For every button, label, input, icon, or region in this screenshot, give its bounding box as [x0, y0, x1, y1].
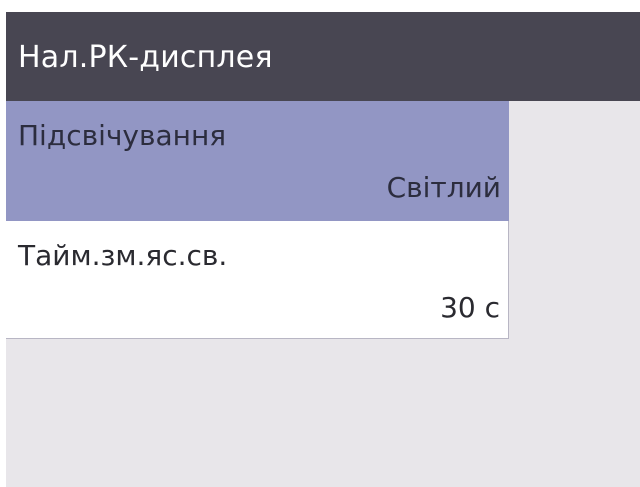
menu-item-backlight[interactable]: Підсвічування Світлий	[6, 101, 509, 221]
menu-item-label: Тайм.зм.яс.св.	[18, 239, 228, 272]
screen-title: Нал.РК-дисплея	[18, 40, 273, 75]
lcd-screen: Нал.РК-дисплея Підсвічування Світлий Тай…	[6, 12, 640, 487]
menu-item-label: Підсвічування	[18, 119, 227, 152]
settings-menu: Підсвічування Світлий Тайм.зм.яс.св. 30 …	[6, 101, 509, 339]
menu-item-dim-timer[interactable]: Тайм.зм.яс.св. 30 с	[6, 221, 509, 339]
menu-item-value: Світлий	[386, 171, 501, 204]
menu-item-value: 30 с	[440, 291, 500, 324]
title-bar: Нал.РК-дисплея	[6, 12, 640, 101]
